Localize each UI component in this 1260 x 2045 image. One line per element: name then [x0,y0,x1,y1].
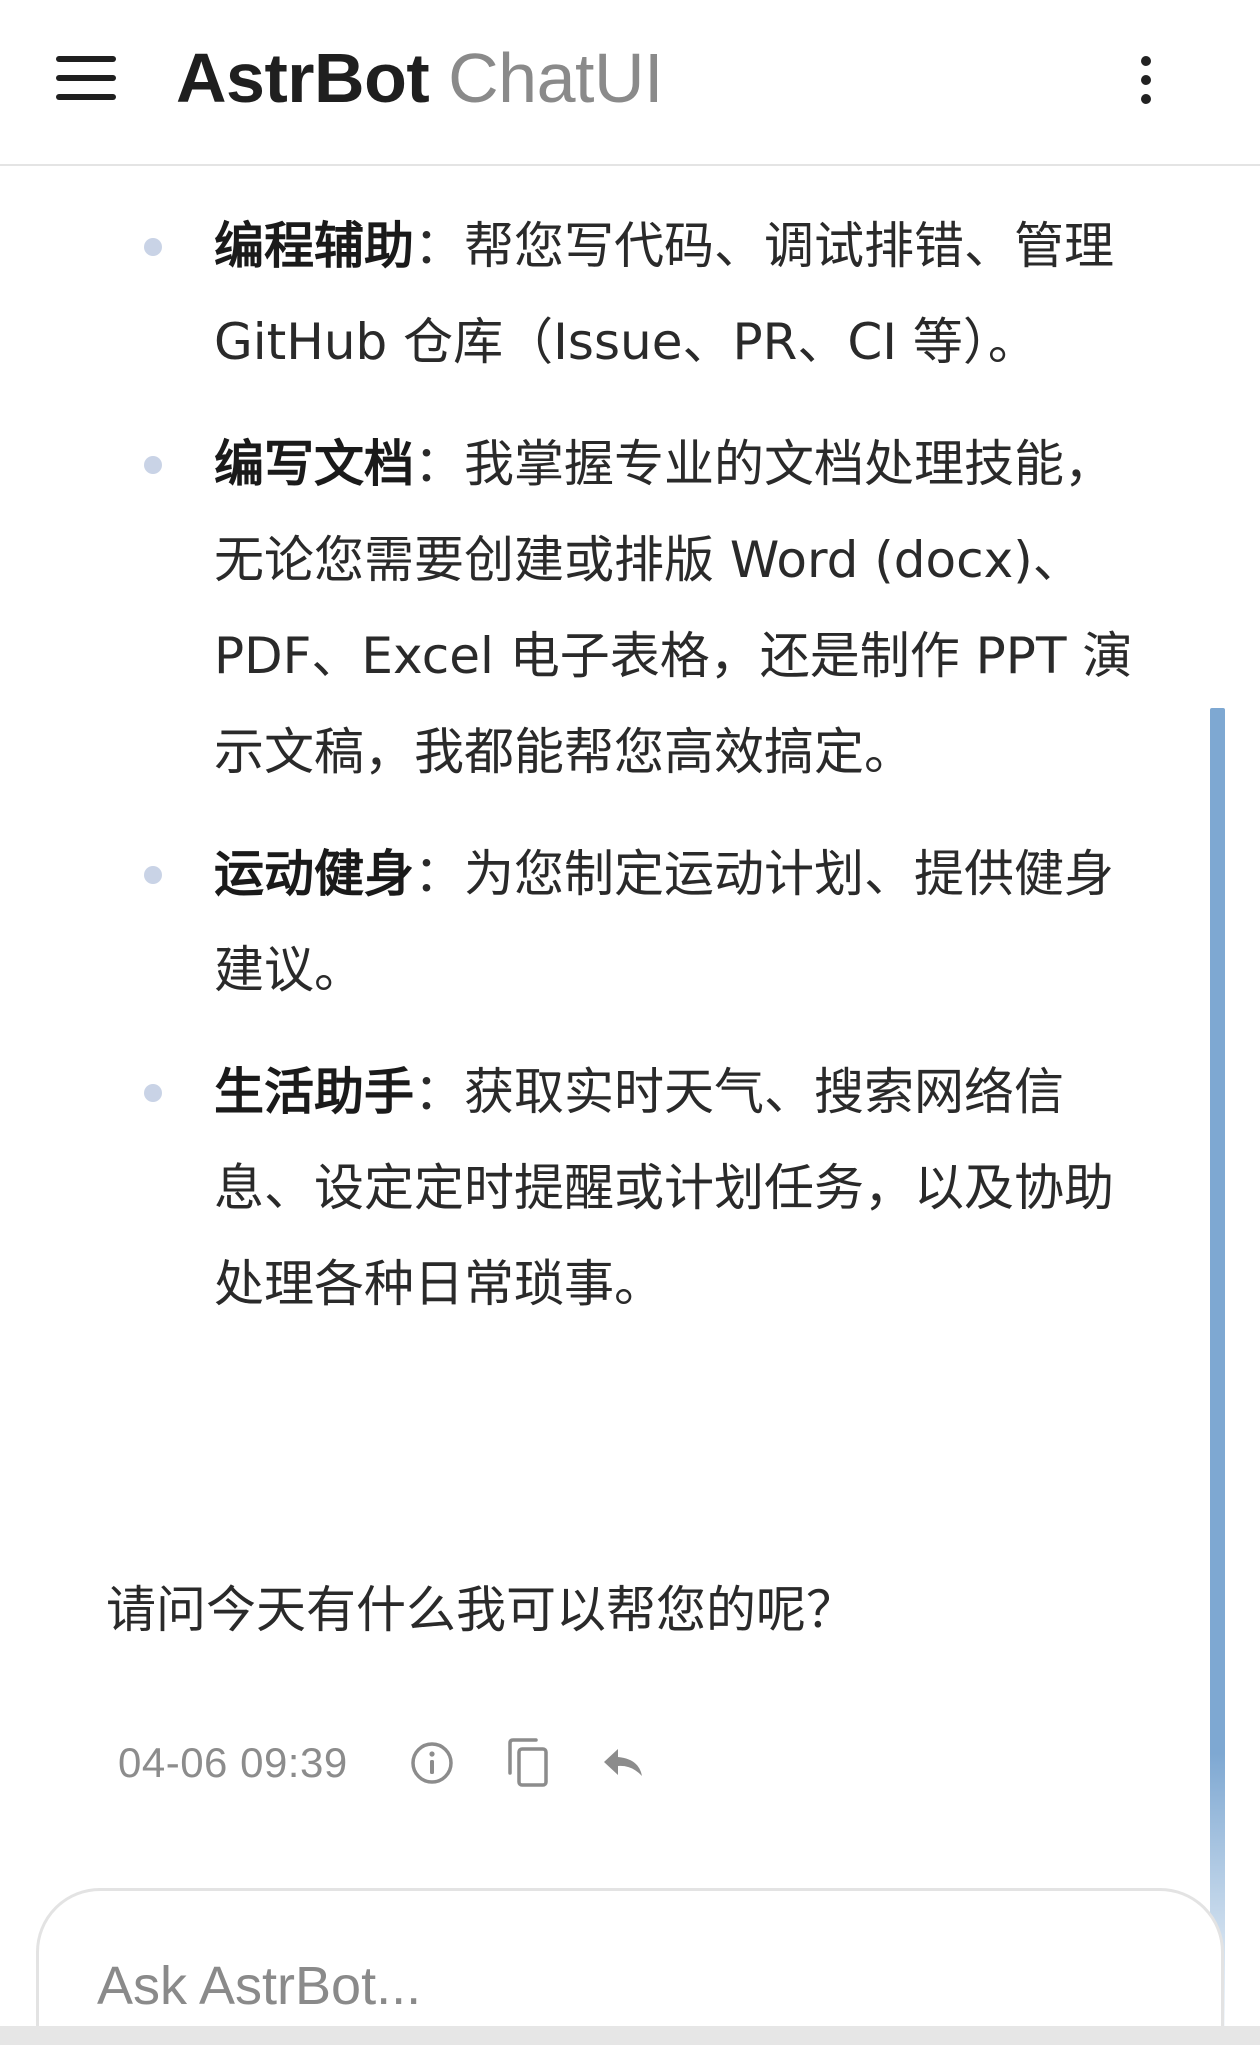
menu-button[interactable] [52,52,120,104]
info-icon[interactable] [402,1733,462,1793]
bottom-edge [0,2026,1260,2045]
app-title: AstrBot ChatUI [176,36,663,120]
chat-input-container[interactable] [36,1888,1224,2045]
menu-icon-bar-bottom [56,94,116,100]
list-item: 运动健身：为您制定运动计划、提供健身建议。 [144,826,1144,1018]
list-item: 编写文档：我掌握专业的文档处理技能，无论您需要创建或排版 Word (docx)… [144,416,1144,800]
app-title-sub: ChatUI [429,39,663,117]
skill-name: 运动健身 [214,845,414,903]
skill-name: 编程辅助 [214,217,414,275]
more-dot-1 [1141,56,1151,66]
scrollbar-thumb[interactable] [1210,708,1225,2045]
chat-app: AstrBot ChatUI 编程辅助：帮您写代码、调试排错、管理 GitHub… [0,0,1260,2045]
reply-icon[interactable] [594,1733,654,1793]
skill-name: 编写文档 [214,435,414,493]
copy-icon[interactable] [498,1733,558,1793]
message-timestamp: 04-06 09:39 [118,1739,348,1786]
copy-icon-svg [507,1738,548,1787]
app-header: AstrBot ChatUI [0,0,1260,166]
closing-question: 请问今天有什么我可以帮您的呢？ [106,1581,856,1639]
more-dot-3 [1141,94,1151,104]
bullet-icon [144,866,162,884]
message-area[interactable]: 编程辅助：帮您写代码、调试排错、管理 GitHub 仓库（Issue、PR、CI… [0,168,1260,2045]
chat-input[interactable] [95,1951,1095,2021]
info-icon-svg [410,1742,453,1784]
more-dot-2 [1141,75,1151,85]
menu-icon-bar-middle [56,75,116,81]
list-item: 生活助手：获取实时天气、搜索网络信息、设定定时提醒或计划任务，以及协助处理各种日… [144,1044,1144,1332]
message-meta: 04-06 09:39 [118,1728,690,1798]
reply-icon-svg [603,1749,642,1776]
bullet-icon [144,456,162,474]
bullet-icon [144,1084,162,1102]
bullet-icon [144,238,162,256]
app-title-brand: AstrBot [176,39,430,117]
more-vertical-icon[interactable] [1124,50,1168,110]
skill-name: 生活助手 [214,1063,414,1121]
list-item: 编程辅助：帮您写代码、调试排错、管理 GitHub 仓库（Issue、PR、CI… [144,198,1144,390]
menu-icon-bar-top [56,56,116,62]
skill-list: 编程辅助：帮您写代码、调试排错、管理 GitHub 仓库（Issue、PR、CI… [144,198,1144,1358]
